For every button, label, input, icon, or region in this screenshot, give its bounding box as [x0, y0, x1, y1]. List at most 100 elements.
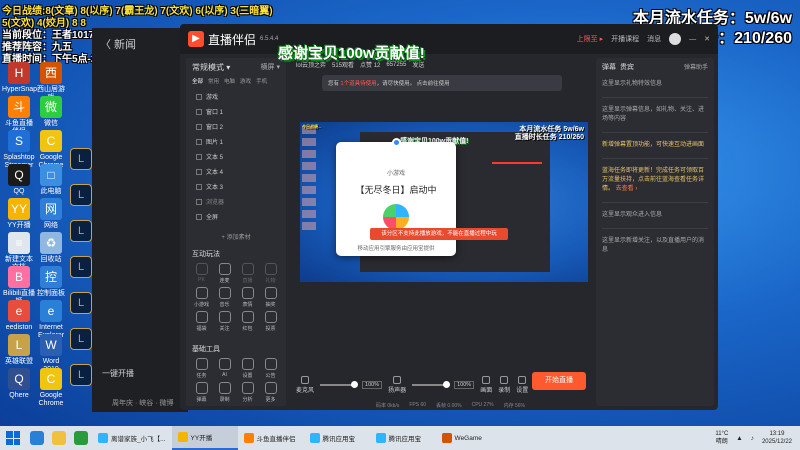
orientation-label[interactable]: 横屏 ▾	[261, 62, 280, 73]
interact-item[interactable]: 音乐	[213, 287, 236, 308]
source-checkbox[interactable]	[196, 183, 202, 190]
start-live-button[interactable]: 开始直播	[532, 372, 586, 390]
interact-item[interactable]: 抽奖	[259, 287, 282, 308]
btn-record[interactable]: 录制	[498, 376, 510, 394]
desktop-icon[interactable]: 微微信	[34, 96, 68, 128]
close-icon[interactable]: ✕	[704, 35, 710, 43]
source-item[interactable]: 文本 3	[186, 179, 286, 194]
source-item[interactable]: 窗口 2	[186, 119, 286, 134]
mic-slider[interactable]	[320, 381, 359, 388]
desktop-icon[interactable]: H HyperSnap	[2, 62, 37, 94]
speaker-slider-knob[interactable]	[443, 381, 451, 388]
source-item[interactable]: 图片 1	[186, 134, 286, 149]
source-item[interactable]: 浏览器	[186, 194, 286, 209]
mode-label[interactable]: 常规模式 ▾	[192, 62, 230, 73]
league-icon[interactable]: L	[70, 328, 92, 350]
interact-item[interactable]: 表情	[236, 287, 259, 308]
tool-item[interactable]: 公告	[259, 358, 282, 379]
source-checkbox[interactable]	[196, 138, 202, 145]
clock[interactable]: 13:19 2025/12/22	[762, 430, 792, 446]
folder-icon[interactable]	[52, 431, 66, 445]
taskbar-task[interactable]: 离谱家族_小飞【...	[92, 426, 172, 450]
source-item[interactable]: 窗口 1	[186, 104, 286, 119]
league-icon[interactable]: L	[70, 220, 92, 242]
desktop-icon[interactable]: C Google Chrome	[34, 368, 68, 408]
source-item[interactable]: 文本 4	[186, 164, 286, 179]
source-item[interactable]: 文本 5	[186, 149, 286, 164]
taskbar-task[interactable]: 斗鱼直播伴侣	[238, 426, 304, 450]
tool-item[interactable]: 弹幕	[190, 382, 213, 403]
start-button[interactable]	[6, 431, 20, 445]
btn-settings[interactable]: 设置	[516, 376, 528, 394]
source-checkbox[interactable]	[196, 108, 202, 115]
source-checkbox[interactable]	[196, 168, 202, 175]
desktop-icon[interactable]: YY YY开播	[2, 198, 36, 230]
desktop-icon[interactable]: 控控制面板	[34, 266, 68, 298]
interact-item[interactable]: 红包	[236, 311, 259, 332]
tab-common[interactable]: 常用	[208, 77, 219, 85]
source-checkbox[interactable]	[196, 153, 202, 160]
media-icon[interactable]	[74, 431, 88, 445]
source-item[interactable]: 游戏	[186, 89, 286, 104]
desktop-icon[interactable]: Q Qhere	[2, 368, 36, 400]
tab-game[interactable]: 游戏	[240, 77, 251, 85]
interact-item[interactable]: 关注	[213, 311, 236, 332]
desktop-icon[interactable]: ♻ 回收站	[34, 232, 68, 264]
tool-item[interactable]: 分析	[236, 382, 259, 403]
desktop-icon[interactable]: e eediston	[2, 300, 36, 332]
league-icon[interactable]: L	[70, 364, 92, 386]
taskbar-task[interactable]: 腾讯应用宝	[370, 426, 436, 450]
interact-item[interactable]: 直播	[236, 263, 259, 284]
mode-selector[interactable]: 常规模式 ▾ 横屏 ▾	[186, 58, 286, 77]
taskbar-task[interactable]: 腾讯应用宝	[304, 426, 370, 450]
desktop-icon[interactable]: 网网络	[34, 198, 68, 230]
interact-item[interactable]: 福袋	[190, 311, 213, 332]
desktop-icon[interactable]: L 英雄联盟	[2, 334, 36, 366]
speaker-control[interactable]: 扬声器	[388, 376, 406, 394]
taskbar-task[interactable]: WeGame	[436, 426, 502, 450]
tab-danmaku[interactable]: 弹幕	[602, 62, 616, 72]
btn-screen[interactable]: 画面	[480, 376, 492, 394]
mic-control[interactable]: 麦克风	[296, 376, 314, 394]
minimize-icon[interactable]: —	[689, 36, 696, 43]
tab-vip[interactable]: 贵宾	[620, 62, 634, 72]
volume-icon[interactable]: ♪	[751, 435, 754, 442]
view-more-link[interactable]: 去查看 ›	[614, 186, 638, 192]
league-icon[interactable]: L	[70, 256, 92, 278]
notice-bar[interactable]: 您有 1个道具待使用，请尽快使用。 点击前往使用	[322, 75, 562, 91]
weather[interactable]: 11°C 晴朗	[715, 430, 728, 446]
ie-icon[interactable]	[30, 431, 44, 445]
interact-item[interactable]: 投票	[259, 311, 282, 332]
tool-item[interactable]: AI	[213, 358, 236, 379]
add-source-button[interactable]: + 添加素材	[186, 232, 286, 241]
mic-slider-knob[interactable]	[351, 381, 359, 388]
interact-item[interactable]: PK	[190, 263, 213, 284]
interact-item[interactable]: 小游戏	[190, 287, 213, 308]
source-checkbox[interactable]	[196, 93, 202, 100]
source-checkbox[interactable]	[196, 123, 202, 130]
bg-window-title[interactable]: 〈 新闻	[100, 36, 136, 52]
desktop-icon[interactable]: □ 此电脑	[34, 164, 68, 196]
source-item[interactable]: 全屏	[186, 209, 286, 224]
tool-item[interactable]: 任务	[190, 358, 213, 379]
league-icon[interactable]: L	[70, 292, 92, 314]
league-icon[interactable]: L	[70, 148, 92, 170]
interact-item[interactable]: 礼物	[259, 263, 282, 284]
tool-item[interactable]: 更多	[259, 382, 282, 403]
tool-item[interactable]: 设置	[236, 358, 259, 379]
tab-all[interactable]: 全部	[192, 77, 203, 85]
top-action-1[interactable]: 上限至 ▸	[577, 34, 603, 44]
danmaku-helper[interactable]: 弹幕助手	[684, 62, 708, 72]
tab-phone[interactable]: 手机	[256, 77, 267, 85]
tab-pc[interactable]: 电脑	[224, 77, 235, 85]
top-action-2[interactable]: 开播课程	[611, 34, 639, 44]
network-icon[interactable]: ▲	[736, 435, 742, 442]
desktop-icon[interactable]: Q QQ	[2, 164, 36, 196]
tool-item[interactable]: 录制	[213, 382, 236, 403]
interact-item[interactable]: 连麦	[213, 263, 236, 284]
avatar[interactable]	[669, 33, 682, 45]
speaker-slider[interactable]	[412, 381, 451, 388]
taskbar-task[interactable]: YY开播	[171, 426, 238, 450]
league-icon[interactable]: L	[70, 184, 92, 206]
source-checkbox[interactable]	[196, 198, 202, 205]
